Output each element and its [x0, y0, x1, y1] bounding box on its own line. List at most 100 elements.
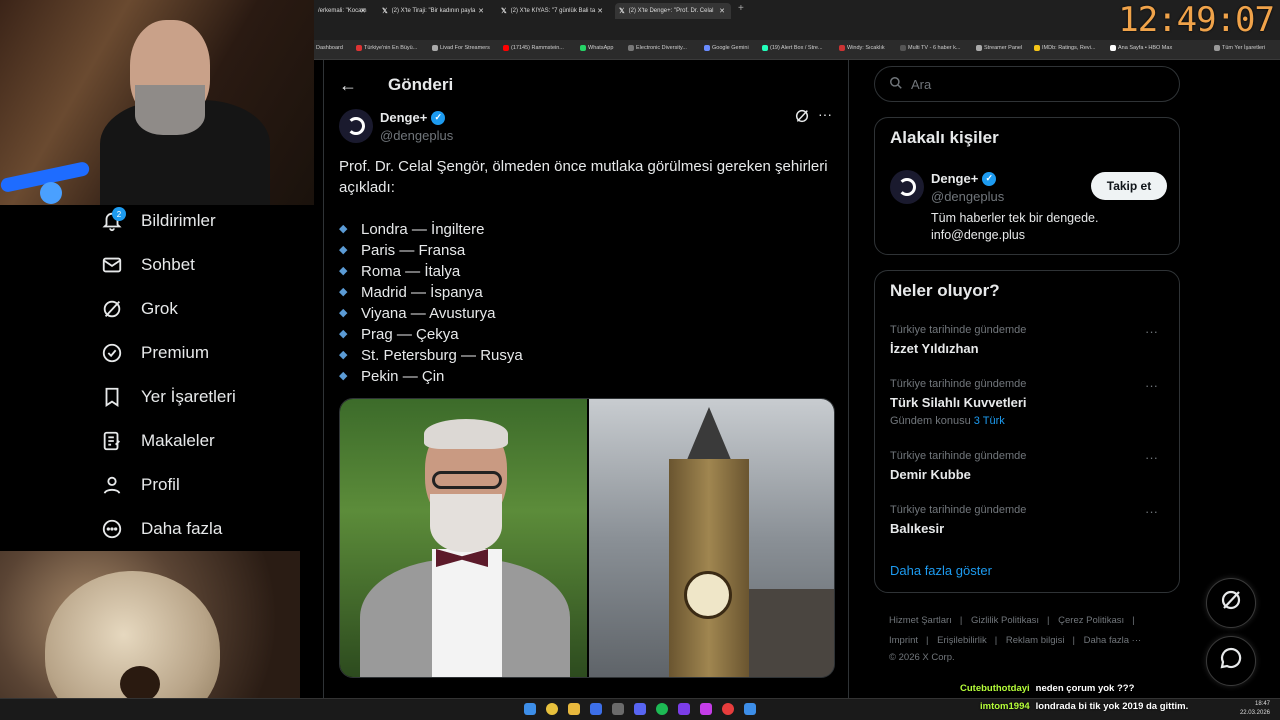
page-title: Gönderi [388, 75, 454, 94]
bookmark-item[interactable]: Google Gemini [704, 45, 749, 51]
sidebar-item-more[interactable]: Daha fazla [100, 514, 222, 544]
bookmark-favicon-icon [432, 45, 438, 51]
browser-tab-active[interactable]: 𝕏 (2) X'te Denge+: "Prof. Dr. Celal ✕ [615, 3, 731, 19]
close-icon[interactable]: ✕ [360, 7, 366, 15]
sidebar-item-grok[interactable]: Grok [100, 294, 178, 324]
bookmark-item[interactable]: Windy: Sıcaklık [839, 45, 885, 51]
premium-icon [100, 341, 124, 365]
footer-link[interactable]: Reklam bilgisi [1006, 635, 1065, 646]
more-options-icon[interactable]: ··· [1145, 324, 1158, 339]
notification-badge: 2 [112, 207, 126, 221]
sidebar-item-profile[interactable]: Profil [100, 470, 180, 500]
footer-link[interactable]: Gizlilik Politikası [971, 615, 1039, 626]
photo-portrait[interactable] [340, 399, 587, 677]
footer-link[interactable]: Hizmet Şartları [889, 615, 952, 626]
footer-link[interactable]: Daha fazla ··· [1084, 635, 1142, 646]
footer-link[interactable]: Erişilebilirlik [937, 635, 987, 646]
folder-icon[interactable] [568, 703, 580, 715]
steam-icon[interactable] [612, 703, 624, 715]
messages-fab-button[interactable] [1206, 636, 1256, 686]
sidebar-item-notifications[interactable]: 2 Bildirimler [100, 206, 216, 236]
trend-context: Türkiye tarihinde gündemde [890, 324, 1027, 336]
post-media[interactable] [339, 398, 835, 678]
related-handle[interactable]: @dengeplus [931, 189, 1004, 204]
new-tab-icon[interactable]: + [738, 3, 744, 14]
app-icon[interactable] [722, 703, 734, 715]
bookmark-item[interactable]: (19) Alert Box / Stre... [762, 45, 823, 51]
bookmark-item[interactable]: Ana Sayfa • HBO Max [1110, 45, 1172, 51]
taskbar-clock[interactable]: 18:47 22.03.2026 [1240, 700, 1270, 718]
bookmark-item[interactable]: Streamer Panel [976, 45, 1022, 51]
close-icon[interactable]: ✕ [478, 7, 484, 15]
footer-link[interactable]: Imprint [889, 635, 918, 646]
grok-explain-icon[interactable] [794, 108, 810, 128]
bell-icon: 2 [100, 207, 126, 233]
more-circle-icon [100, 517, 124, 541]
grok-icon [100, 297, 124, 321]
footer-link[interactable]: Çerez Politikası [1058, 615, 1124, 626]
photo-big-ben[interactable] [589, 399, 834, 677]
bookmark-item[interactable]: Dashboard [316, 45, 343, 51]
tower-clock-face [684, 571, 732, 619]
bookmark-item[interactable]: (17145) Rammstein... [503, 45, 564, 51]
sidebar-item-chat[interactable]: Sohbet [100, 250, 195, 280]
sidebar-item-label: Makaleler [141, 431, 215, 450]
bookmark-item[interactable]: IMDb: Ratings, Revi... [1034, 45, 1096, 51]
browser-tab[interactable]: 𝕏 (2) X'te KIYAS: "7 günlük Bali ta ✕ [497, 3, 609, 19]
close-icon[interactable]: ✕ [597, 7, 603, 15]
close-icon[interactable]: ✕ [719, 7, 725, 15]
browser-tab[interactable]: /erkemali: "Kocam ✕ [314, 3, 372, 19]
app-icon[interactable] [678, 703, 690, 715]
app-icon[interactable] [744, 703, 756, 715]
bookmark-item[interactable]: WhatsApp [580, 45, 613, 51]
trend-item[interactable]: Türkiye tarihinde gündemde İzzet Yıldızh… [890, 324, 1166, 356]
more-options-icon[interactable]: ··· [818, 106, 832, 122]
photo-person-hair [424, 419, 508, 449]
follow-button[interactable]: Takip et [1091, 172, 1167, 200]
bookmark-item[interactable]: Multi TV - 6 haber k... [900, 45, 960, 51]
back-arrow-icon[interactable]: ← [339, 75, 357, 96]
bookmark-favicon-icon [1034, 45, 1040, 51]
chrome-icon[interactable] [546, 703, 558, 715]
more-options-icon[interactable]: ··· [1145, 378, 1158, 393]
related-name[interactable]: Denge+ ✓ [931, 171, 997, 186]
app-icon[interactable] [590, 703, 602, 715]
trend-meta-link[interactable]: 3 Türk [974, 415, 1005, 427]
app-icon[interactable] [700, 703, 712, 715]
more-options-icon[interactable]: ··· [1145, 504, 1158, 519]
trend-name: Balıkesir [890, 521, 945, 536]
more-options-icon[interactable]: ··· [1145, 450, 1158, 465]
show-more-link[interactable]: Daha fazla göster [890, 563, 992, 578]
trend-item[interactable]: Türkiye tarihinde gündemde Demir Kubbe ·… [890, 450, 1166, 482]
search-input[interactable]: Ara [874, 66, 1180, 102]
windows-start-icon[interactable] [524, 703, 536, 715]
author-name[interactable]: Denge+ ✓ [380, 110, 446, 125]
photo-person-shirt [432, 549, 502, 677]
browser-tab[interactable]: 𝕏 (2) X'te Tiraji: "Bir kadının payla ✕ [378, 3, 490, 19]
bookmark-favicon-icon [900, 45, 906, 51]
grok-icon [1219, 588, 1243, 618]
trend-item[interactable]: Türkiye tarihinde gündemde Balıkesir ··· [890, 504, 1166, 536]
bookmark-item[interactable]: Livad For Streamers [432, 45, 490, 51]
tower-body [669, 459, 749, 677]
grok-fab-button[interactable] [1206, 578, 1256, 628]
bookmark-item[interactable]: Türkiye'nin En Büyü... [356, 45, 417, 51]
discord-icon[interactable] [634, 703, 646, 715]
avatar[interactable] [339, 109, 373, 143]
sidebar-item-articles[interactable]: Makaleler [100, 426, 215, 456]
trend-item[interactable]: Türkiye tarihinde gündemde Türk Silahlı … [890, 378, 1166, 427]
bookmark-favicon-icon [503, 45, 509, 51]
chat-username: Cutebuthotdayi [960, 683, 1030, 694]
trend-name: İzzet Yıldızhan [890, 341, 979, 356]
avatar[interactable] [890, 170, 924, 204]
sidebar-nav: 2 Bildirimler Sohbet Grok Premium Yer İş… [0, 205, 314, 551]
author-handle[interactable]: @dengeplus [380, 128, 453, 143]
sidebar-item-bookmarks[interactable]: Yer İşaretleri [100, 382, 236, 412]
diamond-icon: ◆ [339, 286, 348, 298]
bookmark-item[interactable]: Electronic Diversity... [628, 45, 687, 51]
spotify-icon[interactable] [656, 703, 668, 715]
sidebar-item-premium[interactable]: Premium [100, 338, 209, 368]
trend-context: Türkiye tarihinde gündemde [890, 504, 1027, 516]
bookmark-item[interactable]: Tüm Yer İşaretleri [1214, 45, 1265, 51]
tower-spire [684, 407, 734, 467]
